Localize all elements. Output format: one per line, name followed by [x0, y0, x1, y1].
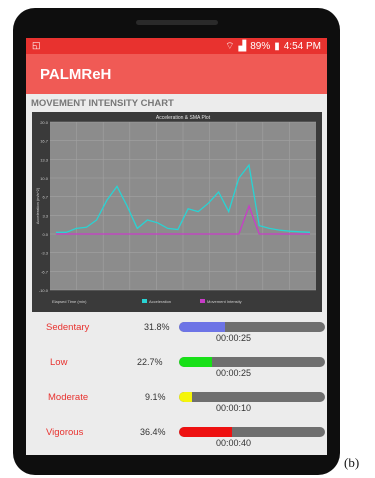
- phone-speaker: [136, 20, 218, 25]
- intensity-duration: 00:00:25: [216, 368, 252, 378]
- legend-label: Movement Intensity: [207, 299, 242, 304]
- intensity-progress-bar: [179, 357, 325, 367]
- intensity-label: Moderate: [48, 392, 89, 403]
- intensity-duration: 00:00:10: [216, 403, 252, 413]
- intensity-progress-fill: [179, 322, 226, 332]
- y-tick-label: 13.3: [40, 157, 49, 162]
- x-axis-label: Elapsed Time (min): [52, 299, 87, 304]
- y-tick-label: 0.0: [42, 232, 48, 237]
- y-tick-label: -6.7: [41, 269, 49, 274]
- legend-label: Acceleration: [149, 299, 171, 304]
- app-bar: PALMReH: [26, 54, 327, 94]
- intensity-row-vigorous: Vigorous 36.4% 00:00:40: [26, 421, 327, 451]
- intensity-percent: 9.1%: [145, 392, 166, 402]
- intensity-row-moderate: Moderate 9.1% 00:00:10: [26, 386, 327, 416]
- intensity-label: Sedentary: [46, 322, 90, 333]
- intensity-row-sedentary: Sedentary 31.8% 00:00:25: [26, 316, 327, 346]
- legend-swatch: [200, 299, 205, 303]
- app-title: PALMReH: [40, 66, 112, 83]
- notification-icon: ◱: [32, 40, 41, 50]
- wifi-icon: ⌔: [225, 41, 235, 52]
- status-bar: ◱ ⌔ ▟ 89% ▮ 4:54 PM: [26, 38, 327, 54]
- acceleration-chart: 20.0 16.7 13.3 10.0 6.7 3.3 0.0 -3.3 -6.7 -10.0 Ac…: [32, 112, 322, 312]
- intensity-percent: 22.7%: [137, 357, 163, 367]
- y-tick-label: 10.0: [40, 176, 49, 181]
- figure-label: (b): [344, 455, 360, 470]
- chart-title: Acceleration & SMA Plot: [156, 115, 211, 121]
- intensity-progress-fill: [179, 427, 233, 437]
- status-time: 4:54 PM: [283, 41, 321, 52]
- intensity-label: Vigorous: [46, 427, 84, 438]
- intensity-progress-bar: [179, 427, 325, 437]
- y-tick-label: 3.3: [42, 213, 48, 218]
- intensity-label: Low: [50, 357, 68, 368]
- y-axis-label: Acceleration (m/s^2): [35, 187, 40, 224]
- legend-swatch: [142, 299, 147, 303]
- intensity-progress-bar: [179, 322, 325, 332]
- chart-svg: 20.0 16.7 13.3 10.0 6.7 3.3 0.0 -3.3 -6.7 -10.0 Ac…: [35, 115, 316, 304]
- section-title: MOVEMENT INTENSITY CHART: [31, 98, 174, 109]
- signal-icon: ▟: [238, 41, 247, 52]
- intensity-duration: 00:00:40: [216, 438, 252, 448]
- y-tick-label: 16.7: [40, 139, 49, 144]
- intensity-row-low: Low 22.7% 00:00:25: [26, 351, 327, 381]
- y-tick-label: -3.3: [41, 251, 49, 256]
- phone-frame: ◱ ⌔ ▟ 89% ▮ 4:54 PM PALMReH MOVEMENT INT…: [13, 8, 340, 475]
- intensity-percent: 36.4%: [140, 427, 166, 437]
- intensity-progress-bar: [179, 392, 325, 402]
- intensity-progress-fill: [179, 357, 213, 367]
- app-screen: ◱ ⌔ ▟ 89% ▮ 4:54 PM PALMReH MOVEMENT INT…: [26, 38, 327, 455]
- intensity-progress-fill: [179, 392, 193, 402]
- battery-percent: 89%: [250, 41, 271, 52]
- intensity-percent: 31.8%: [144, 322, 170, 332]
- y-tick-label: -10.0: [39, 288, 49, 293]
- y-tick-label: 20.0: [40, 120, 49, 125]
- intensity-duration: 00:00:25: [216, 333, 252, 343]
- y-tick-label: 6.7: [42, 195, 48, 200]
- battery-icon: ▮: [274, 41, 280, 52]
